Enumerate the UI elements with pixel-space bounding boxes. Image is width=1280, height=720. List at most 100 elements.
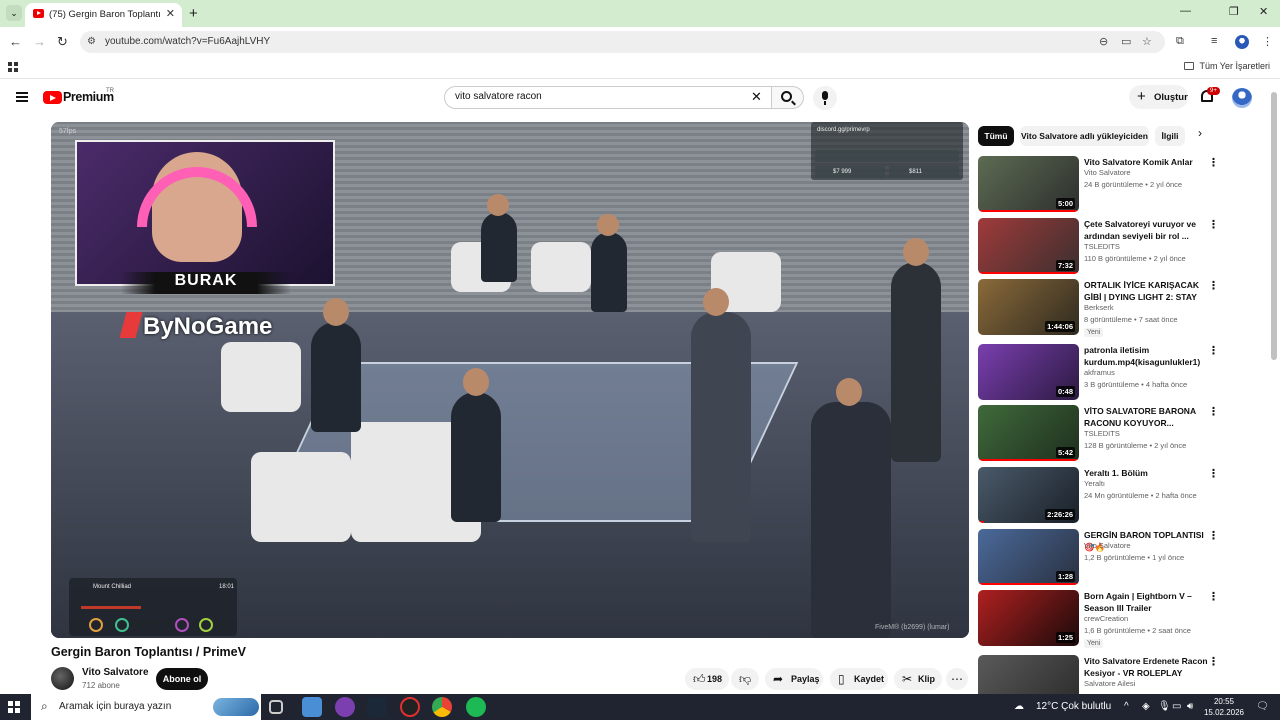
more-actions-button[interactable]: ⋯: [946, 668, 968, 690]
app-icon-record[interactable]: [400, 697, 420, 717]
recommendation-item[interactable]: 5:42 VİTO SALVATORE BARONA RACONU KOYUYOR…: [978, 405, 1263, 463]
browser-tab[interactable]: (75) Gergin Baron Toplantısı / P ✕: [25, 3, 182, 27]
tray-security-icon[interactable]: ◈: [1142, 701, 1150, 712]
more-options-icon[interactable]: ⋮: [1208, 405, 1219, 418]
task-view-icon[interactable]: [269, 700, 283, 714]
recommendation-item[interactable]: 1:28 GERGİN BARON TOPLANTISI🎯🔥 Vito Salvat…: [978, 529, 1263, 587]
recommendation-title[interactable]: ORTALIK İYİCE KARIŞACAK GİBİ | DYING LIG…: [1084, 279, 1208, 303]
tray-chevron-icon[interactable]: ^: [1124, 701, 1129, 712]
more-options-icon[interactable]: ⋮: [1208, 156, 1219, 169]
share-button[interactable]: ➦ Paylaş: [765, 668, 823, 690]
cast-icon[interactable]: ▭: [1121, 35, 1131, 48]
dislike-button[interactable]: 👎︎: [731, 668, 759, 690]
recommendation-item[interactable]: 2:26:26 Yeraltı 1. Bölüm Yeraltı 24 Mn görü…: [978, 467, 1263, 525]
recommendation-channel[interactable]: Salvatore Ailesi: [1084, 679, 1135, 688]
recommendation-title[interactable]: Çete Salvatoreyi vuruyor ve ardından sev…: [1084, 218, 1208, 242]
recommendation-title[interactable]: Yeraltı 1. Bölüm: [1084, 467, 1208, 479]
chip-related[interactable]: İlgili: [1155, 126, 1185, 146]
recommendation-channel[interactable]: TSLEDITS: [1084, 429, 1120, 438]
back-button[interactable]: ←: [9, 34, 22, 49]
app-icon-chrome[interactable]: [432, 697, 452, 717]
weather-icon[interactable]: ☁: [1014, 701, 1024, 712]
recommendation-channel[interactable]: akframus: [1084, 368, 1115, 377]
page-scrollbar[interactable]: [1271, 92, 1277, 360]
clip-button[interactable]: ✂ Klip: [894, 668, 942, 690]
tray-mic-icon[interactable]: 🎙︎: [1158, 701, 1171, 712]
recommendation-channel[interactable]: Vito Salvatore: [1084, 541, 1131, 550]
tab-close-icon[interactable]: ✕: [166, 7, 175, 20]
zoom-icon[interactable]: ⊖: [1099, 35, 1108, 48]
recommendation-channel[interactable]: Yeraltı: [1084, 479, 1105, 488]
recommendation-channel[interactable]: Vito Salvatore: [1084, 168, 1131, 177]
recommendation-title[interactable]: Vito Salvatore Erdenete Racon Kesiyor - …: [1084, 655, 1208, 679]
all-bookmarks-button[interactable]: Tüm Yer İşaretleri: [1184, 61, 1270, 71]
taskbar-clock[interactable]: 20:55 15.02.2026: [1202, 696, 1246, 718]
more-options-icon[interactable]: ⋮: [1208, 344, 1219, 357]
more-options-icon[interactable]: ⋮: [1208, 279, 1219, 292]
app-icon-steam[interactable]: [367, 697, 387, 717]
forward-button[interactable]: →: [33, 34, 46, 49]
bookmark-star-icon[interactable]: ☆: [1142, 35, 1152, 48]
channel-name[interactable]: Vito Salvatore: [82, 667, 149, 678]
recommendation-item[interactable]: 1:25 Born Again | Eightborn V – Season II…: [978, 590, 1263, 648]
windows-start-icon[interactable]: [8, 701, 20, 713]
chip-all[interactable]: Tümü: [978, 126, 1014, 146]
omnibox[interactable]: ⚙ youtube.com/watch?v=Fu6AajhLVHY ⊖ ▭ ☆: [80, 31, 1165, 53]
recommendation-item[interactable]: 0:48 patronla iletisim kurdum.mp4(kisagun…: [978, 344, 1263, 402]
minimize-button[interactable]: —: [1180, 5, 1191, 17]
recommendation-title[interactable]: Born Again | Eightborn V – Season III Tr…: [1084, 590, 1208, 614]
subscribe-button[interactable]: Abone ol: [156, 668, 208, 690]
create-button[interactable]: + Oluştur: [1129, 85, 1188, 109]
site-info-icon[interactable]: ⚙: [87, 36, 99, 48]
restore-button[interactable]: ❐: [1229, 5, 1239, 18]
reload-button[interactable]: ↻: [57, 34, 68, 50]
extensions-icon[interactable]: ⧉: [1176, 35, 1184, 48]
more-options-icon[interactable]: ⋮: [1208, 218, 1219, 231]
video-thumbnail[interactable]: 0:48: [978, 344, 1079, 400]
recommendation-title[interactable]: Vito Salvatore Komik Anlar: [1084, 156, 1208, 168]
more-options-icon[interactable]: ⋮: [1208, 655, 1219, 668]
taskbar-search[interactable]: ⌕ Aramak için buraya yazın: [31, 694, 261, 720]
tray-volume-icon[interactable]: 🔊︎: [1187, 701, 1193, 712]
video-thumbnail[interactable]: 1:25: [978, 590, 1079, 646]
app-icon-discord[interactable]: [335, 697, 355, 717]
channel-avatar[interactable]: [51, 667, 74, 690]
recommendation-item[interactable]: 7:32 Çete Salvatoreyi vuruyor ve ardından…: [978, 218, 1263, 276]
app-icon-launcher[interactable]: [302, 697, 322, 717]
recommendation-item[interactable]: 5:00 Vito Salvatore Komik Anlar Vito Salva…: [978, 156, 1263, 214]
more-options-icon[interactable]: ⋮: [1208, 590, 1219, 603]
search-input[interactable]: [455, 91, 745, 102]
tray-network-icon[interactable]: ▭: [1172, 701, 1181, 712]
video-thumbnail[interactable]: 2:26:26: [978, 467, 1079, 523]
recommendation-channel[interactable]: crewCreation: [1084, 614, 1128, 623]
new-tab-button[interactable]: +: [189, 5, 198, 22]
video-thumbnail[interactable]: 1:44:06: [978, 279, 1079, 335]
video-thumbnail[interactable]: 7:32: [978, 218, 1079, 274]
browser-menu-icon[interactable]: ⋮: [1262, 35, 1273, 48]
apps-grid-icon[interactable]: [8, 62, 18, 72]
recommendation-channel[interactable]: Berkserk: [1084, 303, 1114, 312]
search-button[interactable]: [771, 86, 804, 109]
search-box[interactable]: [444, 86, 772, 109]
recommendation-title[interactable]: patronla iletisim kurdum.mp4(kisagunlukl…: [1084, 344, 1208, 368]
more-options-icon[interactable]: ⋮: [1208, 467, 1219, 480]
video-thumbnail[interactable]: 1:28: [978, 529, 1079, 585]
window-close-button[interactable]: ✕: [1259, 5, 1268, 18]
recommendation-title[interactable]: VİTO SALVATORE BARONA RACONU KOYUYOR...: [1084, 405, 1208, 429]
media-controls-icon[interactable]: ≡: [1211, 35, 1217, 47]
search-clear-icon[interactable]: ✕: [751, 89, 762, 105]
notification-center-icon[interactable]: 🗨︎: [1256, 701, 1269, 712]
guide-menu-icon[interactable]: [16, 92, 28, 102]
recommendation-item[interactable]: 1:44:06 ORTALIK İYİCE KARIŞACAK GİBİ | DY…: [978, 279, 1263, 337]
voice-search-button[interactable]: [813, 86, 837, 110]
app-icon-spotify[interactable]: [466, 697, 486, 717]
video-thumbnail[interactable]: 5:42: [978, 405, 1079, 461]
save-button[interactable]: ▯ Kaydet: [830, 668, 888, 690]
chip-from-uploader[interactable]: Vito Salvatore adlı yükleyiciden: [1020, 126, 1149, 146]
browser-profile-avatar[interactable]: [1235, 35, 1249, 49]
chevron-right-icon[interactable]: ›: [1198, 126, 1202, 140]
video-thumbnail[interactable]: 5:00: [978, 156, 1079, 212]
account-avatar[interactable]: [1232, 88, 1252, 108]
recommendation-channel[interactable]: TSLEDITS: [1084, 242, 1120, 251]
weather-text[interactable]: 12°C Çok bulutlu: [1036, 701, 1111, 712]
